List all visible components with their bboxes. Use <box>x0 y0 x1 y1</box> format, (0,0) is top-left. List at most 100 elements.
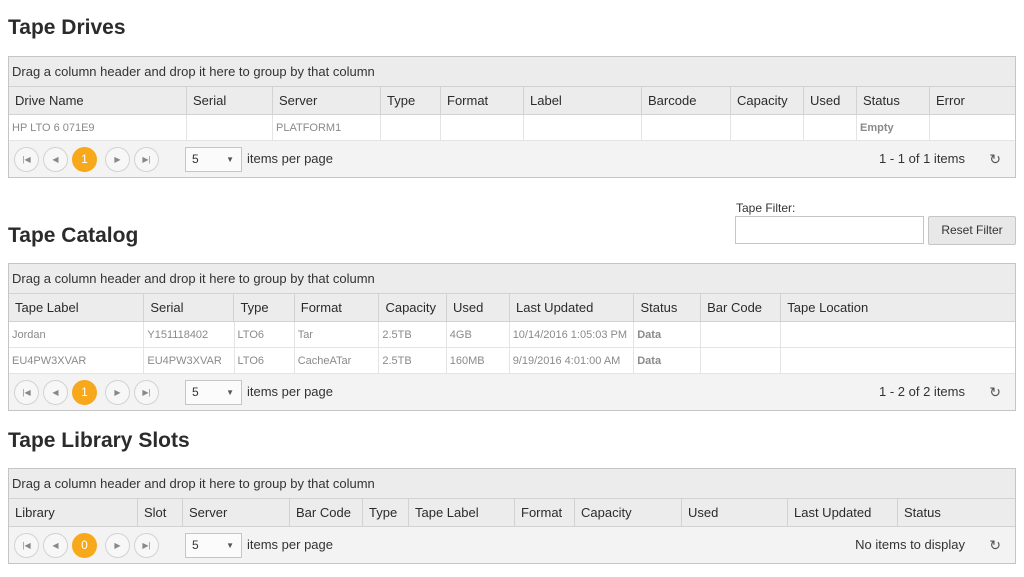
column-header-capacity[interactable]: Capacity <box>379 294 447 321</box>
pager: |◀ ◀ 1 ▶ ▶| 5 ▼ items per page 1 - 2 of 2… <box>9 374 1015 410</box>
tape-library-slots-title: Tape Library Slots <box>8 429 190 452</box>
column-header-tape-label[interactable]: Tape Label <box>9 294 145 321</box>
cell-tape-location <box>781 322 1015 347</box>
group-drop-area[interactable]: Drag a column header and drop it here to… <box>9 469 1015 499</box>
column-header-last-updated[interactable]: Last Updated <box>788 499 898 526</box>
chevron-down-icon: ▼ <box>226 541 234 550</box>
column-header-used[interactable]: Used <box>804 87 857 114</box>
cell-status: Empty <box>857 115 930 140</box>
next-page-icon[interactable]: ▶ <box>105 380 130 405</box>
header-row: Drive Name Serial Server Type Format Lab… <box>9 87 1015 115</box>
column-header-server[interactable]: Server <box>183 499 290 526</box>
column-header-bar-code[interactable]: Bar Code <box>701 294 782 321</box>
page-size-select[interactable]: 5 ▼ <box>185 533 242 558</box>
last-page-icon[interactable]: ▶| <box>134 380 159 405</box>
cell-bar-code <box>701 348 781 373</box>
page-size-value: 5 <box>192 385 199 399</box>
column-header-serial[interactable]: Serial <box>144 294 235 321</box>
items-per-page-label: items per page <box>247 384 333 399</box>
tape-drives-title: Tape Drives <box>8 16 126 39</box>
previous-page-icon[interactable]: ◀ <box>43 533 68 558</box>
table-row[interactable]: Jordan Y151118402 LTO6 Tar 2.5TB 4GB 10/… <box>9 322 1015 348</box>
page-size-select[interactable]: 5 ▼ <box>185 147 242 172</box>
group-drop-area[interactable]: Drag a column header and drop it here to… <box>9 57 1015 87</box>
column-header-tape-label[interactable]: Tape Label <box>409 499 515 526</box>
tape-catalog-grid: Drag a column header and drop it here to… <box>8 263 1016 411</box>
table-row[interactable]: EU4PW3XVAR EU4PW3XVAR LTO6 CacheATar 2.5… <box>9 348 1015 374</box>
column-header-status[interactable]: Status <box>857 87 930 114</box>
chevron-down-icon: ▼ <box>226 388 234 397</box>
tape-filter-input[interactable] <box>735 216 924 244</box>
column-header-slot[interactable]: Slot <box>138 499 183 526</box>
table-row[interactable]: HP LTO 6 071E9 PLATFORM1 Empty <box>9 115 1015 141</box>
column-header-status[interactable]: Status <box>634 294 702 321</box>
cell-last-updated: 9/19/2016 4:01:00 AM <box>510 348 635 373</box>
column-header-type[interactable]: Type <box>381 87 441 114</box>
next-page-icon[interactable]: ▶ <box>105 533 130 558</box>
column-header-type[interactable]: Type <box>234 294 295 321</box>
next-page-icon[interactable]: ▶ <box>105 147 130 172</box>
previous-page-icon[interactable]: ◀ <box>43 147 68 172</box>
cell-tape-location <box>781 348 1015 373</box>
page-number-button[interactable]: 1 <box>72 147 97 172</box>
column-header-used[interactable]: Used <box>682 499 788 526</box>
last-page-icon[interactable]: ▶| <box>134 533 159 558</box>
cell-used <box>804 115 857 140</box>
cell-barcode <box>642 115 731 140</box>
cell-server: PLATFORM1 <box>273 115 381 140</box>
column-header-format[interactable]: Format <box>515 499 575 526</box>
column-header-status[interactable]: Status <box>898 499 1015 526</box>
refresh-icon[interactable]: ↻ <box>989 374 1001 410</box>
items-per-page-label: items per page <box>247 151 333 166</box>
pager-info: No items to display <box>855 537 965 552</box>
page-number-button[interactable]: 0 <box>72 533 97 558</box>
pager: |◀ ◀ 0 ▶ ▶| 5 ▼ items per page No items t… <box>9 527 1015 563</box>
cell-tape-label: EU4PW3XVAR <box>9 348 145 373</box>
reset-filter-button[interactable]: Reset Filter <box>928 216 1016 245</box>
last-page-icon[interactable]: ▶| <box>134 147 159 172</box>
cell-status: Data <box>634 348 701 373</box>
column-header-error[interactable]: Error <box>930 87 1015 114</box>
refresh-icon[interactable]: ↻ <box>989 141 1001 177</box>
pager-info: 1 - 2 of 2 items <box>879 384 965 399</box>
column-header-used[interactable]: Used <box>447 294 510 321</box>
tape-catalog-title: Tape Catalog <box>8 224 139 247</box>
group-drop-area[interactable]: Drag a column header and drop it here to… <box>9 264 1015 294</box>
column-header-server[interactable]: Server <box>273 87 381 114</box>
column-header-format[interactable]: Format <box>295 294 380 321</box>
cell-type <box>381 115 441 140</box>
previous-page-icon[interactable]: ◀ <box>43 380 68 405</box>
pager-info: 1 - 1 of 1 items <box>879 151 965 166</box>
cell-drive-name: HP LTO 6 071E9 <box>9 115 187 140</box>
tape-library-slots-grid: Drag a column header and drop it here to… <box>8 468 1016 564</box>
cell-status: Data <box>634 322 701 347</box>
cell-error <box>930 115 1015 140</box>
cell-type: LTO6 <box>235 348 295 373</box>
cell-serial <box>187 115 273 140</box>
page-number-button[interactable]: 1 <box>72 380 97 405</box>
refresh-icon[interactable]: ↻ <box>989 527 1001 563</box>
cell-serial: Y151118402 <box>144 322 235 347</box>
column-header-serial[interactable]: Serial <box>187 87 273 114</box>
tape-drives-grid: Drag a column header and drop it here to… <box>8 56 1016 178</box>
page-size-select[interactable]: 5 ▼ <box>185 380 242 405</box>
first-page-icon[interactable]: |◀ <box>14 380 39 405</box>
page-size-value: 5 <box>192 538 199 552</box>
cell-format: Tar <box>295 322 380 347</box>
column-header-barcode[interactable]: Barcode <box>642 87 731 114</box>
column-header-bar-code[interactable]: Bar Code <box>290 499 363 526</box>
column-header-format[interactable]: Format <box>441 87 524 114</box>
items-per-page-label: items per page <box>247 537 333 552</box>
first-page-icon[interactable]: |◀ <box>14 533 39 558</box>
column-header-last-updated[interactable]: Last Updated <box>510 294 635 321</box>
cell-bar-code <box>701 322 781 347</box>
first-page-icon[interactable]: |◀ <box>14 147 39 172</box>
column-header-capacity[interactable]: Capacity <box>575 499 682 526</box>
cell-type: LTO6 <box>235 322 295 347</box>
column-header-type[interactable]: Type <box>363 499 409 526</box>
column-header-tape-location[interactable]: Tape Location <box>781 294 1015 321</box>
column-header-library[interactable]: Library <box>9 499 138 526</box>
column-header-drive-name[interactable]: Drive Name <box>9 87 187 114</box>
column-header-label[interactable]: Label <box>524 87 642 114</box>
column-header-capacity[interactable]: Capacity <box>731 87 804 114</box>
